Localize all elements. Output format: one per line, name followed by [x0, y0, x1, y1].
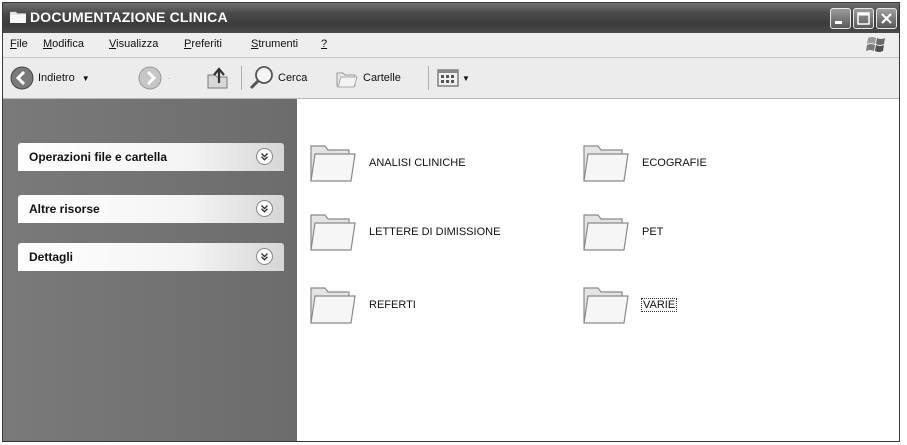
folder-item[interactable]: PET [582, 209, 832, 259]
chevron-double-down-icon[interactable] [256, 148, 273, 165]
window-title: DOCUMENTAZIONE CLINICA [30, 9, 228, 25]
task-label: Dettagli [29, 250, 74, 264]
folder-name: VARIE [641, 298, 678, 312]
menu-help[interactable]: ? [321, 38, 327, 50]
folder-item[interactable]: ANALISI CLINICHE [309, 140, 559, 190]
maximize-icon [857, 12, 870, 25]
task-altre-risorse[interactable]: Altre risorse [18, 195, 284, 223]
folder-item[interactable]: REFERTI [309, 282, 559, 332]
folders-button[interactable]: Cartelle [334, 58, 401, 98]
folder-icon [583, 214, 629, 251]
up-folder-button[interactable] [205, 58, 231, 98]
forward-arrow-icon [138, 66, 162, 90]
menu-accel: M [43, 38, 53, 50]
menu-bar: File Modifica Visualizza Preferiti Strum… [3, 33, 899, 58]
folder-name: LETTERE DI DIMISSIONE [369, 226, 501, 238]
menu-file[interactable]: File [10, 38, 28, 50]
menu-modifica[interactable]: Modifica [43, 38, 84, 50]
menu-preferiti[interactable]: Preferiti [184, 38, 222, 50]
forward-button[interactable]: · [137, 58, 171, 98]
folder-icon [310, 214, 356, 251]
explorer-window: DOCUMENTAZIONE CLINICA File Modifica Vis… [2, 2, 900, 442]
menu-label: trumenti [258, 38, 299, 50]
menu-label: odifica [52, 38, 84, 50]
menu-label: ile [16, 38, 28, 50]
search-icon [249, 66, 273, 90]
toolbar-separator [241, 66, 242, 90]
back-label: Indietro [38, 72, 75, 84]
menu-label: isualizza [116, 38, 159, 50]
menu-strumenti[interactable]: Strumenti [251, 38, 298, 50]
folder-name: ANALISI CLINICHE [369, 157, 466, 169]
minimize-icon [835, 21, 842, 24]
folder-icon [583, 287, 629, 324]
chevron-down-icon[interactable]: ▼ [462, 74, 470, 83]
folder-name: PET [642, 226, 664, 238]
folder-name: REFERTI [369, 299, 416, 311]
task-pane: Operazioni file e cartella Altre risorse… [3, 99, 297, 441]
close-button[interactable] [876, 8, 897, 29]
search-label: Cerca [278, 72, 308, 84]
views-button[interactable]: ▼ [435, 58, 470, 98]
title-bar[interactable]: DOCUMENTAZIONE CLINICA [3, 3, 899, 33]
folder-item-selected[interactable]: VARIE [582, 282, 832, 332]
up-folder-icon [207, 67, 228, 89]
toolbar-separator [428, 66, 429, 90]
task-label: Operazioni file e cartella [29, 150, 168, 164]
toolbar: Indietro ▼ · Cerca Cartelle ▼ [3, 58, 899, 99]
maximize-button[interactable] [853, 8, 874, 29]
folder-item[interactable]: ECOGRAFIE [582, 140, 832, 190]
menu-visualizza[interactable]: Visualizza [109, 38, 158, 50]
task-dettagli[interactable]: Dettagli [18, 243, 284, 271]
folder-item[interactable]: LETTERE DI DIMISSIONE [309, 209, 559, 259]
folder-icon [310, 287, 356, 324]
folder-icon [583, 145, 629, 182]
chevron-down-icon[interactable]: ▼ [82, 74, 90, 83]
chevron-double-down-icon[interactable] [256, 248, 273, 265]
minimize-button[interactable] [830, 8, 851, 29]
chevron-double-down-icon[interactable] [256, 200, 273, 217]
task-label: Altre risorse [29, 202, 100, 216]
folder-view: ANALISI CLINICHE ECOGRAFIE LETTERE DI DI… [297, 99, 899, 441]
close-icon [881, 13, 892, 24]
views-icon [437, 69, 459, 87]
task-operazioni-file[interactable]: Operazioni file e cartella [18, 143, 284, 171]
folders-label: Cartelle [363, 72, 401, 84]
folder-name: ECOGRAFIE [642, 157, 707, 169]
menu-accel: F [10, 38, 17, 50]
menu-accel: ? [321, 38, 328, 50]
folder-icon [310, 145, 356, 182]
search-button[interactable]: Cerca [248, 58, 307, 98]
chevron-down-icon[interactable]: · [168, 74, 171, 83]
windows-logo-icon [866, 37, 885, 52]
back-arrow-icon [10, 66, 34, 90]
back-button[interactable]: Indietro ▼ [9, 58, 90, 98]
folder-icon [10, 11, 26, 23]
folders-icon [336, 72, 358, 88]
menu-label: referiti [191, 38, 222, 50]
